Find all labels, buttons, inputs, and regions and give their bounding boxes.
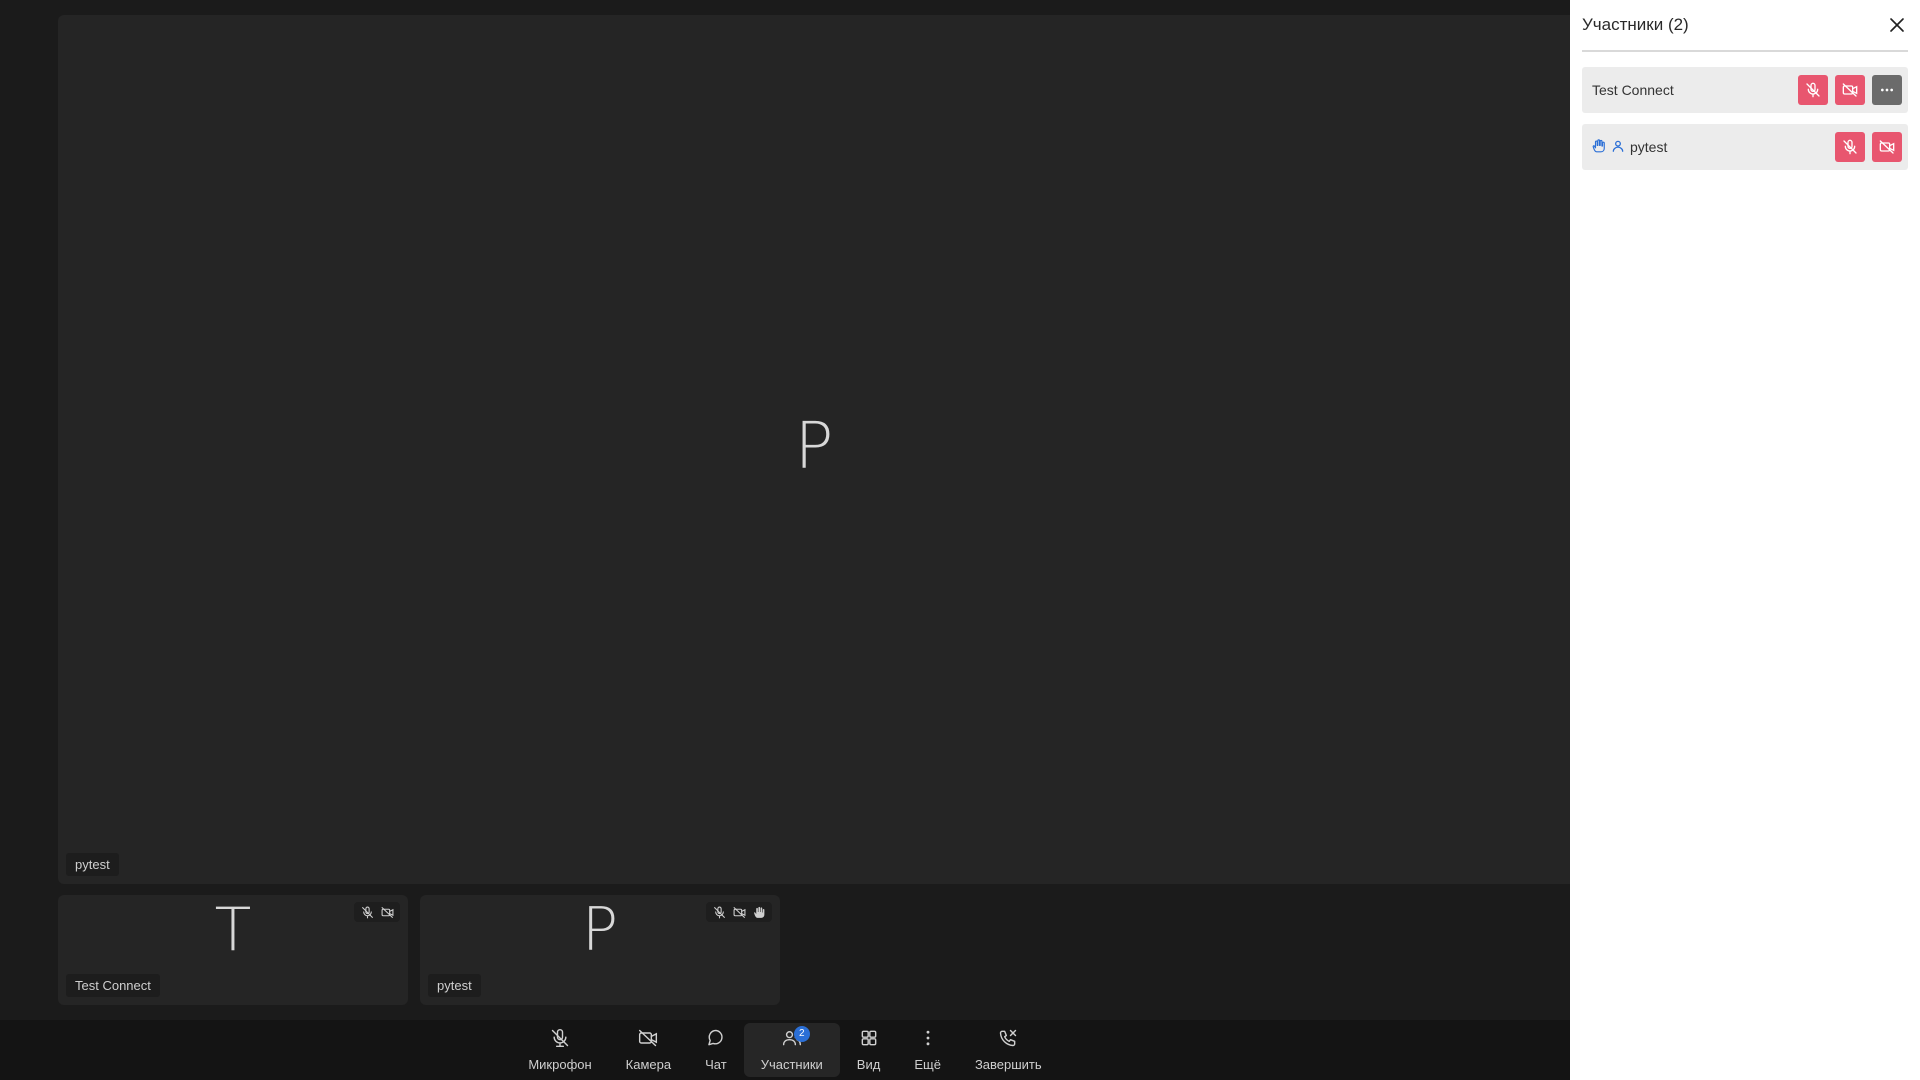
camera-button[interactable]: Камера: [609, 1023, 688, 1077]
participant-row-test-connect[interactable]: Test Connect: [1582, 67, 1908, 113]
panel-header: Участники (2): [1582, 0, 1908, 52]
microphone-label: Микрофон: [528, 1057, 592, 1072]
mic-off-icon: [1806, 82, 1820, 98]
participant-name: Test Connect: [1592, 82, 1798, 98]
camera-off-icon: [379, 905, 395, 919]
mic-off-icon: [711, 905, 727, 919]
video-stage: P pytest T Test Connect P pytest Микрофо…: [0, 0, 1570, 1080]
thumb-avatar-letter: T: [214, 895, 252, 965]
user-icon: [1611, 139, 1625, 156]
chat-bubble-icon: [706, 1028, 726, 1051]
camera-off-icon: [1879, 140, 1895, 154]
participant-name: pytest: [1592, 138, 1835, 156]
end-call-label: Завершить: [974, 1057, 1042, 1072]
camera-off-icon: [1842, 83, 1858, 97]
participants-panel: Участники (2) Test Connect pytest: [1570, 0, 1920, 1080]
participants-button[interactable]: 2 Участники: [743, 1023, 840, 1077]
more-horizontal-icon: [1881, 88, 1893, 92]
raised-hand-icon: [751, 905, 767, 919]
participant-name-text: pytest: [1630, 139, 1668, 155]
participant-row-pytest[interactable]: pytest: [1582, 124, 1908, 170]
camera-participant-button[interactable]: [1835, 75, 1865, 105]
bottom-toolbar: Микрофон Камера Чат 2 Участники Вид Ещё …: [0, 1020, 1570, 1080]
conference-app: P pytest T Test Connect P pytest Микрофо…: [0, 0, 1920, 1080]
participant-more-button[interactable]: [1872, 75, 1902, 105]
panel-title: Участники (2): [1582, 15, 1689, 34]
participants-list: Test Connect pytest: [1582, 67, 1908, 170]
phone-end-icon: [998, 1028, 1018, 1051]
view-button[interactable]: Вид: [840, 1023, 898, 1077]
mute-participant-button[interactable]: [1835, 132, 1865, 162]
main-video-tile[interactable]: P pytest: [58, 15, 1570, 884]
participants-count-badge: 2: [793, 1026, 810, 1042]
thumb-name-chip: pytest: [428, 974, 481, 997]
thumb-status-icons: [706, 902, 772, 922]
raised-hand-icon: [1592, 138, 1606, 156]
chat-button[interactable]: Чат: [688, 1023, 744, 1077]
mic-off-icon: [1843, 139, 1857, 155]
end-call-button[interactable]: Завершить: [958, 1023, 1059, 1077]
main-name-chip: pytest: [66, 853, 119, 876]
thumb-name-chip: Test Connect: [66, 974, 160, 997]
camera-label: Камера: [625, 1057, 672, 1072]
main-avatar-letter: P: [794, 408, 834, 483]
camera-off-icon: [638, 1028, 658, 1051]
view-label: Вид: [856, 1057, 881, 1072]
participant-actions: [1835, 132, 1902, 162]
mic-off-icon: [550, 1028, 570, 1051]
more-label: Ещё: [914, 1057, 941, 1072]
more-button[interactable]: Ещё: [897, 1023, 958, 1077]
chat-label: Чат: [705, 1057, 727, 1072]
thumb-avatar-letter: P: [581, 895, 619, 965]
thumbnail-tile-test-connect[interactable]: T Test Connect: [58, 895, 408, 1005]
participant-actions: [1798, 75, 1902, 105]
camera-participant-button[interactable]: [1872, 132, 1902, 162]
close-panel-button[interactable]: [1886, 14, 1908, 36]
participants-label: Участники: [760, 1057, 823, 1072]
more-vertical-icon: [918, 1028, 938, 1051]
thumbnail-tile-pytest[interactable]: P pytest: [420, 895, 780, 1005]
grid-view-icon: [859, 1028, 879, 1051]
participant-name-text: Test Connect: [1592, 82, 1674, 98]
close-icon: [1890, 18, 1904, 32]
microphone-button[interactable]: Микрофон: [511, 1023, 608, 1077]
camera-off-icon: [731, 905, 747, 919]
thumb-status-icons: [354, 902, 400, 922]
mute-participant-button[interactable]: [1798, 75, 1828, 105]
mic-off-icon: [359, 905, 375, 919]
